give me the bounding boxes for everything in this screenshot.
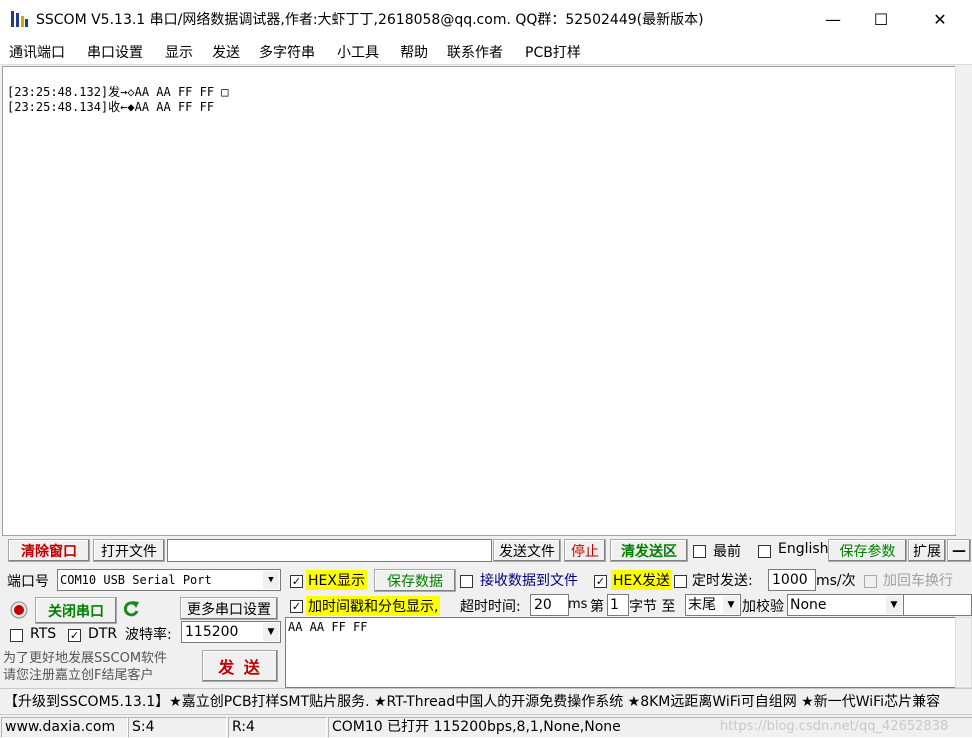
timeout-input[interactable]: 20 <box>530 594 569 616</box>
menu-comm-port[interactable]: 通讯端口 <box>9 42 65 62</box>
baud-label: 波特率: <box>125 627 172 643</box>
expand-button[interactable]: 扩展 <box>908 539 946 562</box>
save-data-button[interactable]: 保存数据 <box>374 569 456 592</box>
menu-pcb[interactable]: PCB打样 <box>525 42 581 62</box>
save-params-button[interactable]: 保存参数 <box>828 539 907 562</box>
app-icon <box>11 11 28 27</box>
status-sent-count: S:4 <box>128 717 227 738</box>
menu-multi-string[interactable]: 多字符串 <box>259 42 315 62</box>
ticker-text[interactable]: 【升级到SSCOM5.13.1】★嘉立创PCB打样SMT贴片服务. ★RT-Th… <box>4 691 940 711</box>
rts-checkbox[interactable] <box>10 629 23 642</box>
window-title: SSCOM V5.13.1 串口/网络数据调试器,作者:大虾丁丁,2618058… <box>36 12 704 28</box>
send-scrollbar[interactable] <box>955 617 972 688</box>
baud-select-value: 115200 <box>185 624 239 640</box>
ticker-bar: 【升级到SSCOM5.13.1】★嘉立创PCB打样SMT贴片服务. ★RT-Th… <box>0 688 972 711</box>
timed-send-checkbox[interactable] <box>674 575 687 588</box>
hex-send-checkbox[interactable]: ✓ <box>594 575 607 588</box>
clear-send-button[interactable]: 清发送区 <box>610 539 688 562</box>
rts-label: RTS <box>30 626 57 642</box>
chevron-down-icon: ▼ <box>723 596 739 614</box>
more-settings-button[interactable]: 更多串口设置 <box>180 597 278 620</box>
status-bar: www.daxia.com S:4 R:4 COM10 已打开 115200bp… <box>0 714 972 738</box>
receive-textarea[interactable]: [23:25:48.132]发→◇AA AA FF FF □ [23:25:48… <box>2 66 956 536</box>
byte-to-select[interactable]: 末尾 ▼ <box>685 594 741 616</box>
open-file-button[interactable]: 打开文件 <box>93 539 165 562</box>
menu-display[interactable]: 显示 <box>165 42 193 62</box>
add-crlf-checkbox[interactable] <box>864 575 877 588</box>
recv-to-file-label: 接收数据到文件 <box>480 573 578 589</box>
baud-select[interactable]: 115200 ▼ <box>181 621 281 643</box>
chevron-down-icon: ▼ <box>263 571 279 589</box>
byte-suffix: 字节 至 <box>629 599 676 615</box>
collapse-button[interactable]: — <box>947 539 971 562</box>
promo-line: 请您注册嘉立创F结尾客户 <box>3 668 154 683</box>
byte-prefix: 第 <box>590 599 604 615</box>
status-website[interactable]: www.daxia.com <box>1 717 128 738</box>
timed-send-label: 定时发送: <box>692 573 753 589</box>
maximize-button[interactable]: ☐ <box>858 0 904 38</box>
send-file-button[interactable]: 发送文件 <box>493 539 561 562</box>
menu-tools[interactable]: 小工具 <box>337 42 379 62</box>
menu-help[interactable]: 帮助 <box>400 42 428 62</box>
close-port-button[interactable]: 关闭串口 <box>35 597 117 624</box>
port-select[interactable]: COM10 USB Serial Port ▼ <box>57 569 281 591</box>
byte-to-value: 末尾 <box>688 597 716 613</box>
menu-send[interactable]: 发送 <box>212 42 240 62</box>
hex-display-label: HEX显示 <box>306 570 367 590</box>
send-textarea[interactable]: AA AA FF FF <box>285 617 957 688</box>
checksum-label: 加校验 <box>742 599 784 615</box>
english-checkbox[interactable] <box>758 545 771 558</box>
title-bar: SSCOM V5.13.1 串口/网络数据调试器,作者:大虾丁丁,2618058… <box>0 0 972 38</box>
menu-serial-settings[interactable]: 串口设置 <box>87 42 143 62</box>
receive-scrollbar[interactable] <box>955 66 971 534</box>
menu-bar: 通讯端口 串口设置 显示 发送 多字符串 小工具 帮助 联系作者 PCB打样 <box>0 38 972 65</box>
promo-line: 为了更好地发展SSCOM软件 <box>3 651 168 666</box>
checksum-extra-input[interactable] <box>903 594 972 616</box>
timestamp-checkbox[interactable]: ✓ <box>290 600 303 613</box>
minimize-button[interactable]: — <box>810 0 856 38</box>
english-label: English <box>778 541 829 557</box>
promo-text: 为了更好地发展SSCOM软件 请您注册嘉立创F结尾客户 <box>3 650 167 684</box>
timeout-label: 超时时间: <box>460 599 521 615</box>
byte-index-input[interactable]: 1 <box>607 594 629 616</box>
chevron-down-icon: ▼ <box>263 623 279 641</box>
watermark: https://blog.csdn.net/qq_42652838 <box>720 719 949 734</box>
checksum-select[interactable]: None ▼ <box>787 594 904 616</box>
file-path-input[interactable] <box>167 539 492 562</box>
status-received-count: R:4 <box>228 717 327 738</box>
timeout-unit: ms <box>568 597 588 612</box>
port-status-icon <box>10 601 28 619</box>
dtr-checkbox[interactable]: ✓ <box>68 629 81 642</box>
send-button[interactable]: 发 送 <box>202 650 278 682</box>
stop-button[interactable]: 停止 <box>564 539 606 562</box>
timestamp-label: 加时间戳和分包显示, <box>306 596 441 616</box>
topmost-checkbox[interactable] <box>693 545 706 558</box>
topmost-label: 最前 <box>713 544 741 560</box>
status-port-text: COM10 已打开 115200bps,8,1,None,None <box>332 719 621 735</box>
close-button[interactable]: ✕ <box>917 0 963 38</box>
port-select-value: COM10 USB Serial Port <box>60 573 212 587</box>
port-label: 端口号 <box>7 574 49 590</box>
menu-contact[interactable]: 联系作者 <box>447 42 503 62</box>
refresh-icon[interactable] <box>121 599 141 619</box>
clear-window-button[interactable]: 清除窗口 <box>8 539 90 562</box>
interval-unit: ms/次 <box>816 573 856 589</box>
recv-to-file-checkbox[interactable] <box>460 575 473 588</box>
hex-send-label: HEX发送 <box>611 570 672 590</box>
interval-input[interactable]: 1000 <box>768 569 816 591</box>
dtr-label: DTR <box>88 626 118 642</box>
chevron-down-icon: ▼ <box>886 596 902 614</box>
hex-display-checkbox[interactable]: ✓ <box>290 575 303 588</box>
checksum-value: None <box>790 597 827 613</box>
add-crlf-label: 加回车换行 <box>883 573 953 589</box>
log-line: [23:25:48.134]收←◆AA AA FF FF <box>7 100 215 114</box>
